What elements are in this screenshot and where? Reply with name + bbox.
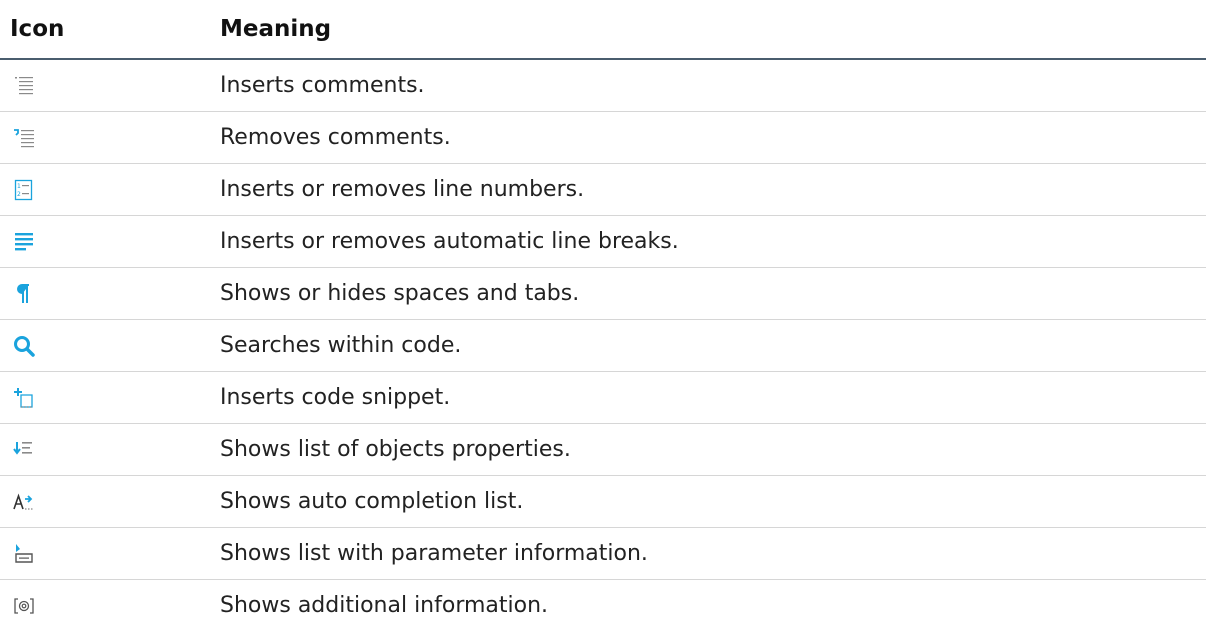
- table-row: Shows or hides spaces and tabs.: [0, 267, 1206, 320]
- meaning-cell: Inserts or removes line numbers.: [220, 163, 1206, 216]
- insert-snippet-icon: [12, 386, 36, 410]
- meaning-cell: Inserts code snippet.: [220, 371, 1206, 424]
- table-row: Shows list with parameter information.: [0, 527, 1206, 580]
- header-icon: Icon: [0, 0, 220, 60]
- table-row: Shows auto completion list.: [0, 475, 1206, 528]
- table-row: Shows list of objects properties.: [0, 423, 1206, 476]
- table-header-row: Icon Meaning: [0, 0, 1206, 60]
- meaning-cell: Shows list with parameter information.: [220, 527, 1206, 580]
- table-row: Shows additional information.: [0, 580, 1206, 632]
- insert-comments-icon: [12, 74, 36, 98]
- table-row: Inserts comments.: [0, 59, 1206, 112]
- additional-info-icon: [12, 594, 36, 618]
- meaning-cell: Inserts comments.: [220, 59, 1206, 112]
- parameter-info-icon: [12, 542, 36, 566]
- meaning-cell: Searches within code.: [220, 319, 1206, 372]
- line-numbers-icon: 1 2: [12, 178, 36, 202]
- svg-text:1: 1: [17, 183, 21, 190]
- svg-text:2: 2: [17, 191, 21, 198]
- table-row: Inserts code snippet.: [0, 371, 1206, 424]
- meaning-cell: Inserts or removes automatic line breaks…: [220, 215, 1206, 268]
- meaning-cell: Shows auto completion list.: [220, 475, 1206, 528]
- auto-completion-icon: [12, 490, 36, 514]
- remove-comments-icon: [12, 126, 36, 150]
- icon-meaning-table: Icon Meaning Inserts comments. Removes c…: [0, 0, 1206, 631]
- pilcrow-icon: [12, 282, 36, 306]
- header-meaning: Meaning: [220, 0, 1206, 60]
- meaning-cell: Shows additional information.: [220, 593, 549, 618]
- meaning-cell: Shows or hides spaces and tabs.: [220, 267, 1206, 320]
- object-properties-icon: [12, 438, 36, 462]
- line-breaks-icon: [12, 230, 36, 254]
- meaning-cell: Shows list of objects properties.: [220, 423, 1206, 476]
- meaning-cell: Removes comments.: [220, 111, 1206, 164]
- table-row: 1 2 Inserts or removes line numbers.: [0, 163, 1206, 216]
- table-row: Searches within code.: [0, 319, 1206, 372]
- search-icon: [12, 334, 36, 358]
- table-row: Inserts or removes automatic line breaks…: [0, 215, 1206, 268]
- table-row: Removes comments.: [0, 111, 1206, 164]
